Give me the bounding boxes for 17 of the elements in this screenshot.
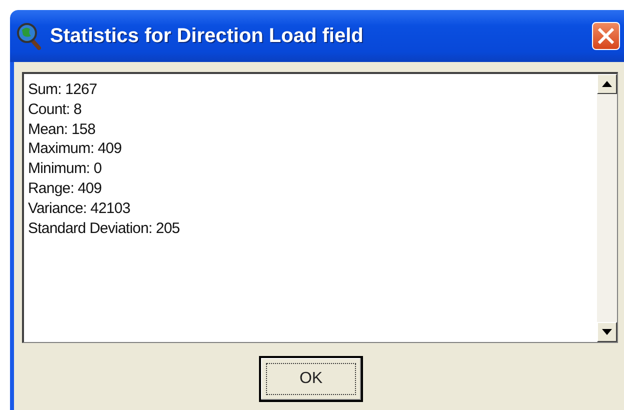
magnifier-globe-icon (16, 22, 42, 50)
statistic-line: Minimum: 0 (28, 159, 103, 179)
ok-button[interactable]: OK (259, 356, 363, 402)
close-button[interactable] (592, 22, 620, 50)
window-title: Statistics for Direction Load field (50, 24, 364, 48)
scroll-up-icon[interactable] (597, 74, 617, 94)
statistic-line: Standard Deviation: 205 (28, 218, 181, 238)
scroll-down-icon[interactable] (597, 322, 617, 342)
statistic-line: Range: 409 (28, 178, 103, 199)
statistics-text-area[interactable]: Sum: 1267 Count: 8 Mean: 158 Maximum: 409 Minimum: 0 Range: 409 Variance: 42103 Standard Deviation: 205 (22, 72, 618, 343)
close-icon (597, 27, 615, 45)
statistic-line: Variance: 42103 (28, 198, 132, 219)
statistic-line: Sum: 1267 (28, 80, 98, 100)
scroll-bar[interactable] (597, 74, 617, 342)
statistic-line: Maximum: 409 (28, 139, 123, 160)
statistic-line: Mean: 158 (28, 120, 96, 140)
statistic-line: Count: 8 (28, 100, 83, 120)
